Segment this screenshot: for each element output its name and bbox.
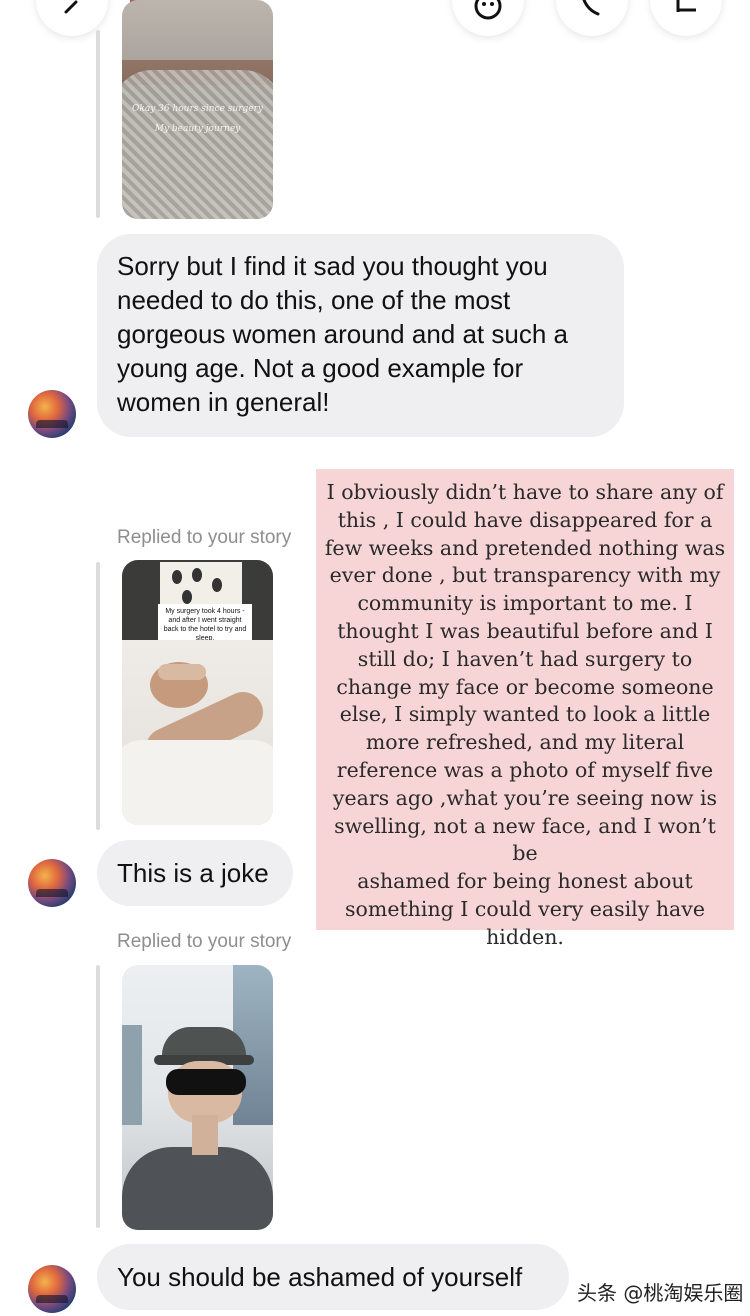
message-text: This is a joke [117,858,269,888]
quote-line: few weeks and pretended nothing was [324,535,726,560]
story-thumbnail[interactable]: Okay 36 hours since surgery My beauty jo… [122,0,273,219]
replied-to-story-label: Replied to your story [117,931,292,952]
quote-line: ever done , but transparency with my [329,563,721,588]
sticker-button[interactable] [452,0,524,36]
quote-line: thought I was beautiful before and I [337,618,713,643]
watermark: 头条 @桃淘娱乐圈 [577,1281,744,1305]
story-reply-line [96,965,100,1228]
message-text: You should be ashamed of yourself [117,1262,523,1292]
story-caption: Okay 36 hours since surgery [132,104,263,114]
quote-line: something I could very easily have [345,896,705,921]
message-line: women in general! [117,387,330,417]
sticker-icon [474,0,502,20]
quote-line: years ago ,what you’re seeing now is [332,785,718,810]
story-thumbnail[interactable] [122,965,273,1230]
message-line: Sorry but I find it sad you thought you [117,251,548,281]
call-button[interactable] [556,0,628,36]
story-caption: My beauty journey [154,124,241,134]
message-line: needed to do this, one of the most [117,285,511,315]
quote-line: swelling, not a new face, and I won’t be [334,813,716,866]
sender-avatar[interactable] [28,1265,76,1313]
quote-line: more refreshed, and my literal [365,730,685,755]
sender-avatar[interactable] [28,859,76,907]
phone-icon [582,0,600,16]
quote-line: change my face or become someone [336,674,714,699]
quote-line: still do; I haven’t had surgery to [357,646,693,671]
replied-to-story-label: Replied to your story [117,527,292,548]
quote-line: I obviously didn’t have to share any of [326,480,724,504]
quote-line: community is important to me. I [357,591,693,616]
story-reply-line [96,562,100,830]
message-line: gorgeous women around and at such a [117,319,568,349]
message-bubble[interactable]: Sorry but I find it sad you thought you … [97,234,624,437]
flag-icon [676,0,696,12]
message-bubble[interactable]: This is a joke [97,840,293,906]
quote-line: this , I could have disappeared for a [337,507,713,532]
quote-line: reference was a photo of myself five [336,757,714,782]
overlay-quote: I obviously didn’t have to share any of … [316,469,734,949]
quote-line: hidden. [486,924,564,949]
story-thumbnail[interactable]: My surgery took 4 hours - and after I we… [122,560,273,825]
message-line: young age. Not a good example for [117,353,524,383]
sender-avatar[interactable] [28,390,76,438]
message-bubble[interactable]: You should be ashamed of yourself [97,1244,569,1310]
flag-button[interactable] [650,0,722,36]
story-reply-line [96,30,100,218]
quote-line: ashamed for being honest about [357,869,693,894]
quote-line: else, I simply wanted to look a little [339,702,711,727]
